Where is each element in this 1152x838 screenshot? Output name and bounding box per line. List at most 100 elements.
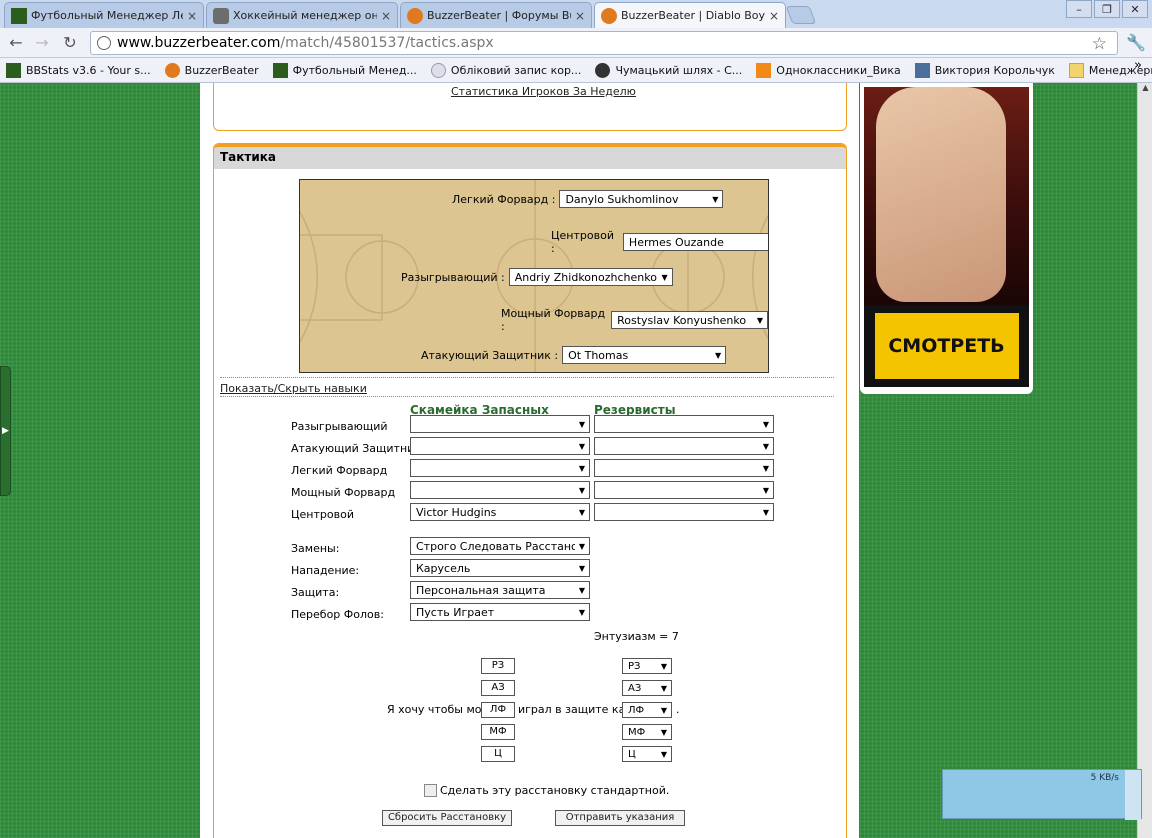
reload-icon[interactable]: ↻	[60, 33, 80, 53]
divider	[220, 396, 834, 397]
page-viewport: ▶ Статистика Игроков За Неделю Тактика Л…	[0, 83, 1152, 838]
bookmark-football-manager[interactable]: Футбольный Менед...	[272, 62, 417, 78]
widget-scrollbar[interactable]	[1125, 770, 1141, 820]
defense-label: Защита:	[291, 586, 340, 599]
position-shooting-guard: Атакующий Защитник : Ot Thomas ▼	[421, 346, 727, 364]
address-bar[interactable]: www.buzzerbeater.com/match/45801537/tact…	[90, 31, 1118, 55]
bookmark-bbstats[interactable]: BBStats v3.6 - Your s...	[6, 62, 151, 78]
def-as-select-sf[interactable]: ЛФ ▼	[622, 702, 672, 718]
sub-label-pg: Разыгрывающий	[291, 420, 388, 433]
stats-box: Статистика Игроков За Неделю	[213, 83, 847, 131]
url-host: www.buzzerbeater.com	[117, 35, 281, 51]
sub-label-sf: Легкий Форвард	[291, 464, 388, 477]
more-bookmarks-icon[interactable]: »	[1134, 58, 1142, 73]
substitutions-select[interactable]: Строго Следовать Расстанови ▼	[410, 537, 590, 555]
panel-title: Тактика	[214, 144, 846, 169]
bookmark-star-icon[interactable]: ☆	[1092, 34, 1107, 54]
scroll-up-icon[interactable]: ▲	[1138, 83, 1152, 97]
enthusiasm-value: Энтузиазм = 7	[594, 630, 679, 643]
reset-lineup-button[interactable]: Сбросить Расстановку	[382, 810, 512, 826]
dropdown-arrow-icon: ▼	[578, 507, 585, 517]
forward-arrow-icon[interactable]: →	[32, 33, 52, 53]
foul-trouble-label: Перебор Фолов:	[291, 608, 384, 621]
reserve-select-sf[interactable]: ▼	[594, 459, 774, 477]
def-as-select-pf[interactable]: МФ ▼	[622, 724, 672, 740]
offense-select[interactable]: Карусель ▼	[410, 559, 590, 577]
sub-label-c: Центровой	[291, 508, 354, 521]
shooting-guard-select[interactable]: Ot Thomas ▼	[562, 346, 727, 364]
def-as-select-pg[interactable]: РЗ ▼	[622, 658, 672, 674]
toggle-skills-link[interactable]: Показать/Скрыть навыки	[220, 382, 367, 395]
tab-bar: Футбольный Менеджер Леги × Хоккейный мен…	[0, 0, 1152, 28]
close-tab-icon[interactable]: ×	[769, 9, 779, 23]
foul-trouble-select[interactable]: Пусть Играет ▼	[410, 603, 590, 621]
point-guard-select[interactable]: Andriy Zhidkonozhchenko ▼	[508, 268, 673, 286]
dropdown-arrow-icon: ▼	[714, 350, 722, 360]
window-controls: – ❐ ✕	[1066, 0, 1148, 18]
small-forward-select[interactable]: Danylo Sukhomlinov ▼	[559, 190, 724, 208]
close-tab-icon[interactable]: ×	[187, 9, 197, 23]
defense-sentence-start: Я хочу чтобы мой	[387, 703, 489, 716]
center-select[interactable]: Hermes Ouzande▼	[622, 233, 768, 251]
maximize-icon[interactable]: ❐	[1094, 0, 1120, 18]
position-point-guard: Разыгрывающий : Andriy Zhidkonozhchenko ▼	[401, 268, 673, 286]
reserve-select-c[interactable]: ▼	[594, 503, 774, 521]
tab-buzzerbeater-active[interactable]: BuzzerBeater | Diablo Boys @ ×	[594, 2, 786, 28]
bookmark-odnoklassniki[interactable]: Одноклассники_Вика	[756, 62, 901, 78]
side-panel-handle[interactable]: ▶	[0, 366, 11, 496]
default-lineup-label: Сделать эту расстановку стандартной.	[440, 784, 670, 797]
bookmark-vkontakte[interactable]: Виктория Корольчук	[914, 62, 1055, 78]
tab-hockey-manager[interactable]: Хоккейный менеджер онлай ×	[206, 2, 398, 28]
reserve-select-sg[interactable]: ▼	[594, 437, 774, 455]
submit-orders-button[interactable]: Отправить указания	[555, 810, 685, 826]
tab-football-manager[interactable]: Футбольный Менеджер Леги ×	[4, 2, 204, 28]
dropdown-arrow-icon: ▼	[578, 485, 585, 495]
def-as-select-sg[interactable]: АЗ ▼	[622, 680, 672, 696]
content-column: Статистика Игроков За Неделю Тактика Лег…	[200, 83, 859, 838]
position-power-forward: Мощный Форвард : Rostyslav Konyushenko ▼	[501, 307, 768, 333]
tab-buzzerbeater-forums[interactable]: BuzzerBeater | Форумы Buzze ×	[400, 2, 592, 28]
dropdown-arrow-icon: ▼	[660, 727, 667, 737]
close-window-icon[interactable]: ✕	[1122, 0, 1148, 18]
bookmark-milky-way[interactable]: Чумацький шлях - С...	[595, 62, 742, 78]
close-tab-icon[interactable]: ×	[575, 9, 585, 23]
ad-image	[864, 87, 1029, 305]
defense-sentence-middle: играл в защите как	[518, 703, 632, 716]
dropdown-arrow-icon: ▼	[762, 507, 769, 517]
bench-select-sg[interactable]: ▼	[410, 437, 590, 455]
new-tab-button[interactable]	[785, 6, 817, 24]
bench-select-c[interactable]: Victor Hudgins ▼	[410, 503, 590, 521]
bookmarks-bar: BBStats v3.6 - Your s... BuzzerBeater Фу…	[0, 58, 1152, 83]
dropdown-arrow-icon: ▼	[578, 463, 585, 473]
ad-watch-button[interactable]: СМОТРЕТЬ	[874, 313, 1019, 379]
bench-select-sf[interactable]: ▼	[410, 459, 590, 477]
dropdown-arrow-icon: ▼	[578, 441, 585, 451]
wrench-menu-icon[interactable]: 🔧	[1126, 33, 1146, 52]
power-forward-select[interactable]: Rostyslav Konyushenko ▼	[611, 311, 768, 329]
football-manager-icon	[272, 62, 288, 78]
weekly-stats-link[interactable]: Статистика Игроков За Неделю	[451, 85, 636, 98]
bookmark-account[interactable]: Обліковий запис кор...	[430, 62, 581, 78]
account-icon	[430, 62, 446, 78]
advertisement[interactable]: СМОТРЕТЬ	[860, 83, 1033, 394]
bench-select-pf[interactable]: ▼	[410, 481, 590, 499]
page-scrollbar[interactable]: ▲	[1137, 83, 1152, 838]
def-as-select-c[interactable]: Ц ▼	[622, 746, 672, 762]
reserve-select-pg[interactable]: ▼	[594, 415, 774, 433]
dropdown-arrow-icon: ▼	[661, 272, 668, 282]
close-tab-icon[interactable]: ×	[381, 9, 391, 23]
back-arrow-icon[interactable]: ←	[6, 33, 26, 53]
sub-label-sg: Атакующий Защитник	[291, 442, 421, 455]
minimize-icon[interactable]: –	[1066, 0, 1092, 18]
bookmark-buzzerbeater[interactable]: BuzzerBeater	[164, 62, 259, 78]
dropdown-arrow-icon: ▼	[660, 749, 667, 759]
bench-select-pg[interactable]: ▼	[410, 415, 590, 433]
default-lineup-checkbox[interactable]	[424, 784, 437, 797]
dropdown-arrow-icon: ▼	[762, 463, 769, 473]
defense-select[interactable]: Персональная защита ▼	[410, 581, 590, 599]
folder-icon	[1068, 62, 1084, 78]
position-small-forward: Легкий Форвард : Danylo Sukhomlinov ▼	[452, 190, 724, 208]
reserve-select-pf[interactable]: ▼	[594, 481, 774, 499]
basketball-icon	[601, 7, 617, 24]
globe-icon	[97, 36, 111, 50]
